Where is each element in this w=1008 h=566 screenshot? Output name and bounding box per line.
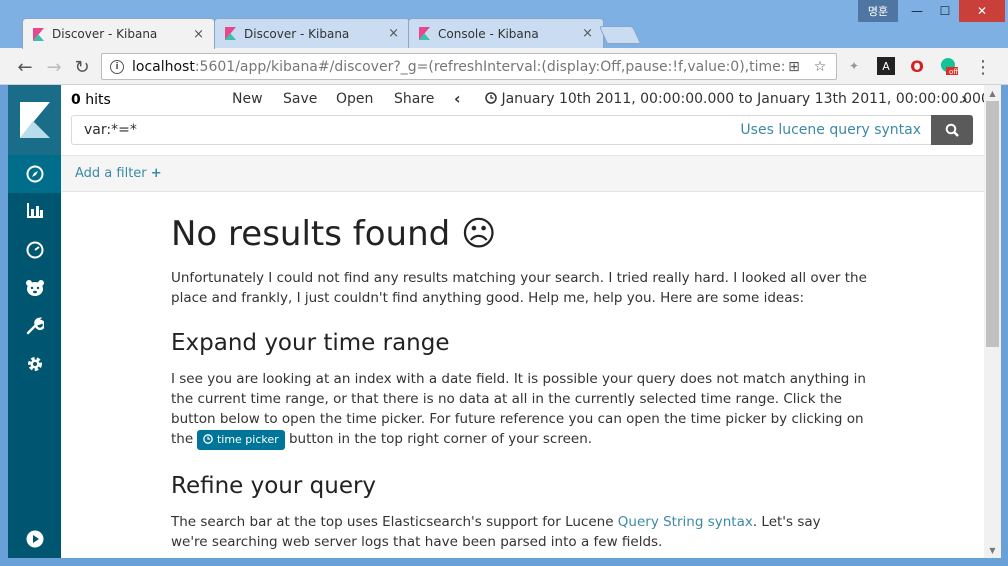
kibana-tab-icon [419,27,430,40]
kibana-logo[interactable] [8,85,61,155]
a-extension-icon[interactable]: A [877,57,895,75]
tab-close-icon[interactable]: × [582,26,593,41]
hits-count: 0 hits [71,92,111,108]
query-paragraph: The search bar at the top uses Elasticse… [171,514,821,550]
scroll-up-arrow[interactable]: ▲ [984,85,1001,101]
section-heading-query: Refine your query [171,473,377,499]
tab-label: Discover - Kibana [244,26,350,41]
add-filter-button[interactable]: Add a filter + [75,166,162,181]
time-picker-button[interactable]: time picker [197,430,285,450]
chrome-menu-icon[interactable]: ⋮ [972,56,994,78]
scroll-down-arrow[interactable]: ▼ [984,542,1001,558]
page-title: No results found ☹ [171,214,497,254]
open-button[interactable]: Open [336,91,373,107]
time-picker-toggle[interactable]: January 10th 2011, 00:00:00.000 to Janua… [485,91,990,107]
gear-icon [27,357,42,371]
forward-button[interactable]: → [43,56,65,78]
sidebar-item-discover[interactable] [8,155,61,193]
extension-badge: off [949,68,959,76]
kibana-logo-icon [19,102,50,138]
plus-icon: + [150,166,162,181]
share-button[interactable]: Share [394,91,434,107]
page-scrollbar[interactable]: ▲ ▼ [984,85,1001,558]
search-input[interactable] [84,122,684,138]
clock-icon [485,92,497,104]
query-string-syntax-link[interactable]: Query String syntax [618,514,753,530]
clock-icon [203,434,214,444]
tab-discover-active[interactable]: Discover - Kibana × [22,18,215,49]
new-tab-button[interactable] [598,26,642,44]
bar-chart-icon [26,203,43,218]
frown-face-icon: ☹ [461,214,497,254]
query-bar: Uses lucene query syntax [71,115,932,145]
time-paragraph: I see you are looking at an index with a… [171,369,881,450]
sidebar-item-visualize[interactable] [8,191,61,229]
time-next-button[interactable]: › [961,89,968,108]
tab-discover[interactable]: Discover - Kibana × [214,18,410,48]
maximize-button[interactable]: ☐ [931,0,959,22]
wrench-icon [26,317,44,335]
opera-extension-icon[interactable]: O [908,57,926,76]
kibana-tab-icon [33,27,44,41]
search-icon [945,123,959,137]
tab-label: Console - Kibana [438,26,539,41]
sidebar-item-dashboard[interactable] [8,231,61,269]
sidebar-collapse-button[interactable] [8,520,61,558]
close-window-button[interactable]: ✕ [959,0,1005,22]
section-heading-time: Expand your time range [171,330,450,356]
bear-icon [25,280,44,296]
tab-console[interactable]: Console - Kibana × [408,18,604,48]
profile-button[interactable]: 명훈 [858,0,898,22]
info-icon[interactable]: i [110,59,124,74]
browser-toolbar: ← → ↻ i localhost:5601/app/kibana#/disco… [0,48,1008,85]
filter-bar: Add a filter + [61,155,984,192]
kibana-main: 0 hits New Save Open Share ‹ January 10t… [61,85,990,558]
sidebar-item-management[interactable] [8,345,61,383]
search-button[interactable] [931,115,973,145]
tab-close-icon[interactable]: × [193,27,204,42]
url-text: localhost:5601/app/kibana#/discover?_g=(… [132,58,784,75]
back-button[interactable]: ← [14,56,36,78]
time-range-label: January 10th 2011, 00:00:00.000 to Janua… [501,91,990,107]
reload-button[interactable]: ↻ [71,56,93,78]
translate-icon[interactable]: ⊞ [784,59,804,75]
window-titlebar: Discover - Kibana × Discover - Kibana × … [0,0,1008,49]
tab-close-icon[interactable]: × [388,26,399,41]
gauge-icon [26,241,43,259]
new-button[interactable]: New [232,91,263,107]
minimize-button[interactable]: — [903,0,931,22]
sidebar-item-timelion[interactable] [8,269,61,307]
scroll-thumb[interactable] [986,101,999,347]
compass-icon [26,165,43,183]
intro-paragraph: Unfortunately I could not find any resul… [171,270,867,306]
save-button[interactable]: Save [283,91,317,107]
address-bar[interactable]: i localhost:5601/app/kibana#/discover?_g… [101,53,837,80]
bookmark-star-icon[interactable]: ☆ [810,59,830,75]
puzzle-extension-icon[interactable]: ✦ [845,57,863,75]
sidebar-item-devtools[interactable] [8,307,61,345]
play-circle-icon [26,530,43,548]
kibana-tab-icon [225,27,236,40]
time-prev-button[interactable]: ‹ [454,89,461,108]
tab-label: Discover - Kibana [52,27,158,41]
kibana-sidebar [8,85,61,558]
lucene-syntax-link[interactable]: Uses lucene query syntax [740,122,921,138]
